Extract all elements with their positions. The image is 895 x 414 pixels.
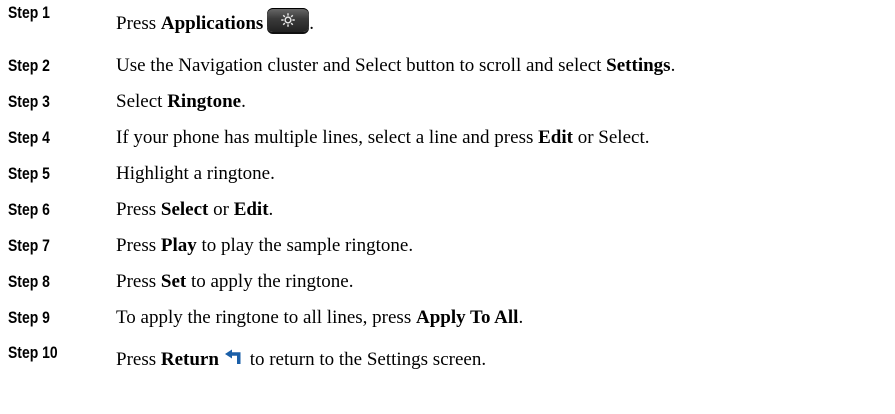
- step-text: To apply the ringtone to all lines, pres…: [116, 307, 524, 328]
- step-label: Step 4: [8, 128, 50, 147]
- step-label: Step 9: [8, 308, 50, 327]
- step-9: Step 9 To apply the ringtone to all line…: [0, 301, 895, 335]
- step-label: Step 3: [8, 92, 50, 111]
- step-text: Press Return to return to the Settings s…: [116, 349, 487, 370]
- step-text: Select Ringtone.: [116, 91, 246, 112]
- applications-button: [267, 8, 310, 32]
- procedure-steps: Step 1 Press Applications. Step 2 Use th…: [0, 0, 895, 414]
- step-label: Step 8: [8, 272, 50, 291]
- step-4: Step 4 If your phone has multiple lines,…: [0, 121, 895, 155]
- gear-icon: [281, 13, 296, 27]
- step-label: Step 10: [8, 343, 58, 362]
- step-text: Press Set to apply the ringtone.: [116, 271, 354, 292]
- step-label: Step 2: [8, 56, 50, 75]
- return-arrow-icon: [224, 349, 241, 364]
- step-text: Press Play to play the sample ringtone.: [116, 235, 414, 256]
- step-7: Step 7 Press Play to play the sample rin…: [0, 229, 895, 263]
- step-label: Step 7: [8, 236, 50, 255]
- step-1: Step 1 Press Applications.: [0, 3, 895, 37]
- step-8: Step 8 Press Set to apply the ringtone.: [0, 265, 895, 299]
- step-3: Step 3 Select Ringtone.: [0, 85, 895, 119]
- step-label: Step 6: [8, 200, 50, 219]
- step-text: Press Applications.: [116, 7, 314, 41]
- step-text: Use the Navigation cluster and Select bu…: [116, 55, 676, 76]
- step-label: Step 5: [8, 164, 50, 183]
- step-5: Step 5 Highlight a ringtone.: [0, 157, 895, 191]
- step-2: Step 2 Use the Navigation cluster and Se…: [0, 49, 895, 83]
- step-text: If your phone has multiple lines, select…: [116, 127, 650, 148]
- step-10: Step 10 Press Return to return to the Se…: [0, 340, 895, 374]
- step-6: Step 6 Press Select or Edit.: [0, 193, 895, 227]
- step-label: Step 1: [8, 3, 50, 22]
- step-text: Press Select or Edit.: [116, 199, 274, 220]
- step-text: Highlight a ringtone.: [116, 163, 275, 184]
